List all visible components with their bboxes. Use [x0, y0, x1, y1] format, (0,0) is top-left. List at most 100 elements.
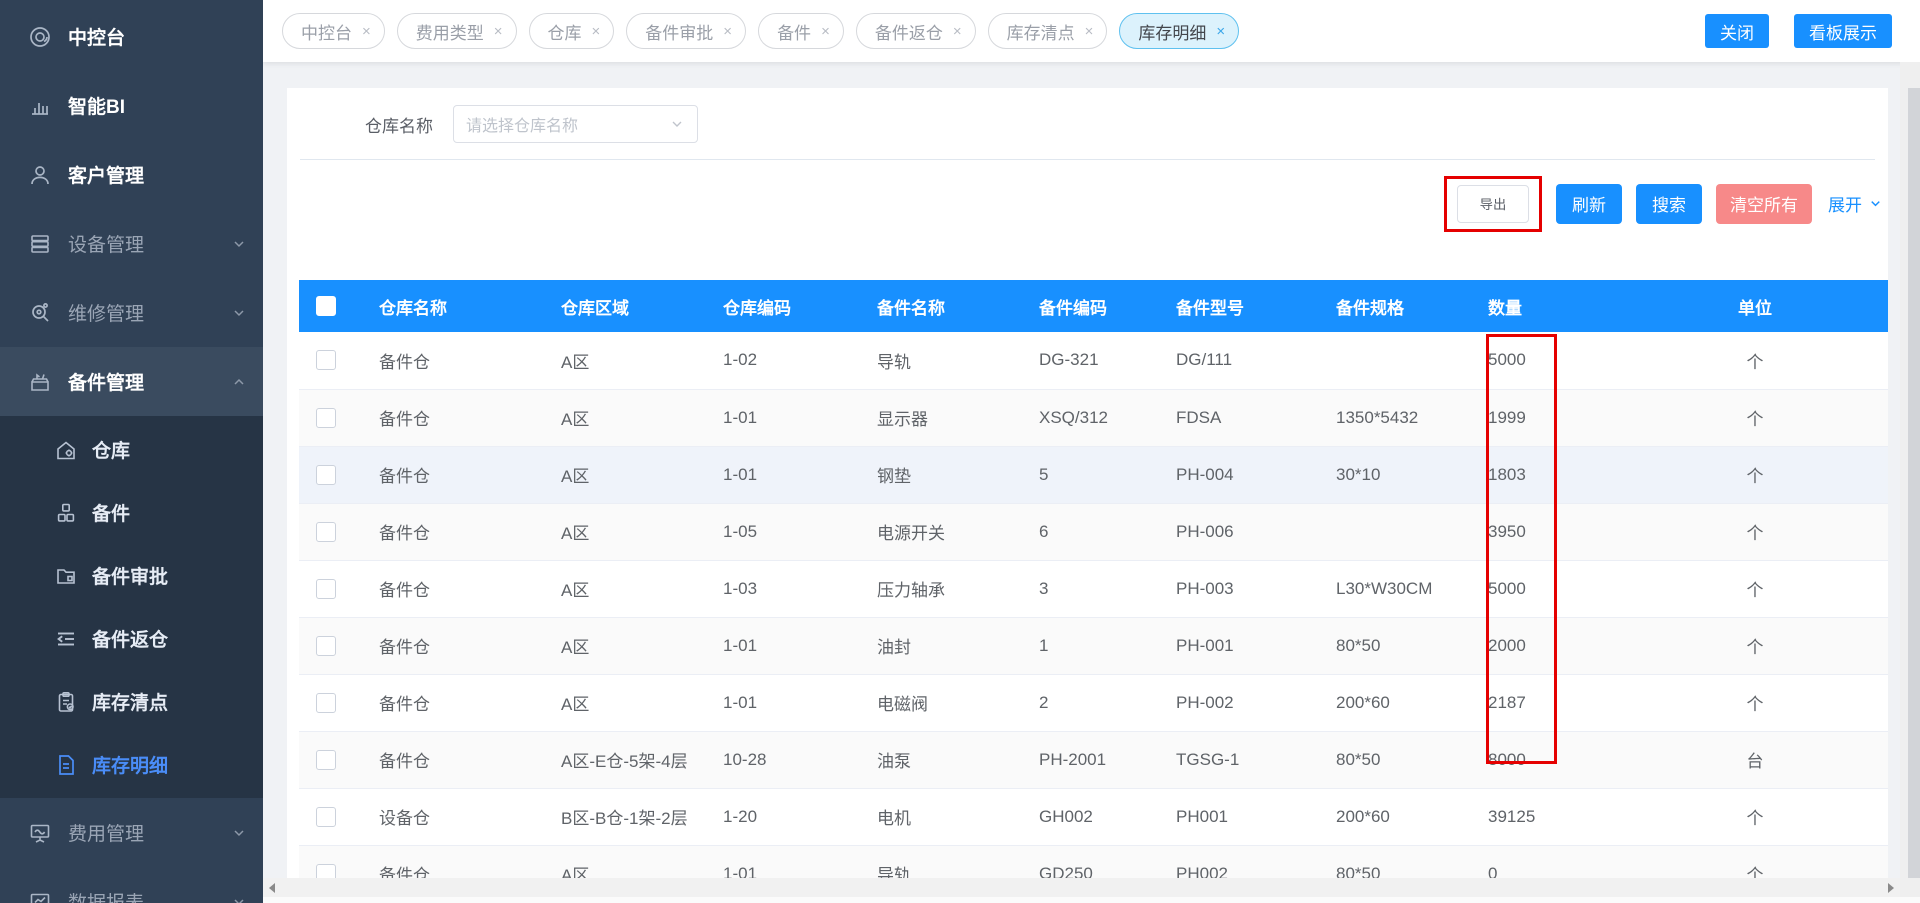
select-all-checkbox[interactable] — [316, 296, 336, 316]
tab-close-icon[interactable]: × — [1216, 24, 1225, 39]
search-button[interactable]: 搜索 — [1636, 183, 1702, 224]
device-icon — [27, 231, 53, 257]
row-checkbox[interactable] — [316, 635, 336, 656]
refresh-button[interactable]: 刷新 — [1556, 183, 1622, 224]
sidebar-item-label: 维修管理 — [68, 304, 145, 325]
tab-close-icon[interactable]: × — [592, 24, 601, 39]
cell-备件型号: PH-002 — [1176, 692, 1234, 712]
cell-数量: 2000 — [1488, 635, 1526, 655]
sidebar-item-stock-detail[interactable]: 库存明细 — [0, 733, 263, 796]
tab-费用类型[interactable]: 费用类型 × — [396, 13, 517, 49]
row-checkbox[interactable] — [316, 749, 336, 770]
sidebar-item-device[interactable]: 设备管理 — [0, 209, 263, 278]
clear-all-button[interactable]: 清空所有 — [1716, 183, 1812, 224]
sidebar-item-customer[interactable]: 客户管理 — [0, 140, 263, 209]
tab-label: 费用类型 — [415, 23, 484, 43]
tab-备件返仓[interactable]: 备件返仓 × — [855, 13, 976, 49]
sidebar-item-repair[interactable]: 维修管理 — [0, 278, 263, 347]
sidebar-item-label: 备件 — [92, 504, 131, 525]
cell-仓库名称: 备件仓 — [379, 467, 430, 486]
cell-备件型号: PH001 — [1176, 806, 1228, 826]
approval-icon — [53, 563, 78, 588]
cell-备件编码: DG-321 — [1039, 350, 1099, 370]
cell-数量: 1803 — [1488, 464, 1526, 484]
sidebar-item-console[interactable]: 中控台 — [0, 2, 263, 71]
expand-link[interactable]: 展开 — [1828, 191, 1883, 216]
table-row: 备件仓 A区 1-03 压力轴承 3 PH-003 L30*W30CM 5000 个 — [299, 560, 1888, 617]
toolbar: 导出 刷新 搜索 清空所有 展开 — [1444, 175, 1883, 232]
content-card: 仓库名称 请选择仓库名称 导出 刷新 搜索 清空所有 展开 仓库名称 仓库区域 … — [287, 88, 1888, 902]
tab-中控台[interactable]: 中控台 × — [282, 13, 385, 49]
tab-label: 备件返仓 — [874, 23, 943, 43]
sidebar-item-spare[interactable]: 备件管理 — [0, 347, 263, 416]
cell-备件名称: 电源开关 — [877, 524, 945, 543]
tab-close-icon[interactable]: × — [494, 24, 503, 39]
bi-icon — [27, 93, 53, 119]
sidebar-menu: 中控台智能BI 客户管理设备管理维修管理备件管理 仓库备件备件审批 备件返仓 库存清点库… — [0, 0, 263, 903]
cell-数量: 39125 — [1488, 806, 1536, 826]
row-checkbox[interactable] — [316, 521, 336, 542]
row-checkbox[interactable] — [316, 578, 336, 599]
scroll-right-arrow[interactable] — [1888, 882, 1894, 893]
tab-备件审批[interactable]: 备件审批 × — [626, 13, 747, 49]
sidebar-item-parts-return[interactable]: 备件返仓 — [0, 607, 263, 670]
row-checkbox[interactable] — [316, 350, 336, 371]
row-checkbox[interactable] — [316, 692, 336, 713]
vertical-scrollbar-thumb[interactable] — [1908, 88, 1920, 878]
board-display-button[interactable]: 看板展示 — [1794, 14, 1892, 48]
cell-单位: 个 — [1746, 410, 1764, 429]
row-checkbox[interactable] — [316, 806, 336, 827]
scroll-left-arrow[interactable] — [269, 882, 275, 893]
cell-仓库编码: 1-20 — [723, 806, 758, 826]
sidebar-item-label: 中控台 — [68, 28, 126, 49]
sidebar-item-warehouse[interactable]: 仓库 — [0, 418, 263, 481]
table-row: 备件仓 A区 1-05 电源开关 6 PH-006 3950 个 — [299, 503, 1888, 560]
horizontal-scrollbar[interactable] — [263, 878, 1900, 897]
row-checkbox[interactable] — [316, 407, 336, 428]
warehouse-name-select[interactable]: 请选择仓库名称 — [453, 105, 698, 143]
tab-备件[interactable]: 备件 × — [758, 13, 844, 49]
tab-close-icon[interactable]: × — [723, 24, 732, 39]
tab-仓库[interactable]: 仓库 × — [528, 13, 615, 49]
row-checkbox-cell — [299, 560, 363, 617]
close-button[interactable]: 关闭 — [1705, 14, 1769, 48]
table-row: 备件仓 A区 1-01 钢垫 5 PH-004 30*10 1803 个 — [299, 446, 1888, 503]
tab-close-icon[interactable]: × — [1085, 24, 1094, 39]
tab-label: 仓库 — [547, 23, 582, 43]
cell-备件型号: FDSA — [1176, 407, 1222, 427]
table-row: 备件仓 A区 1-02 导轨 DG-321 DG/111 5000 个 — [299, 332, 1888, 389]
sidebar-item-stock-count[interactable]: 库存清点 — [0, 670, 263, 733]
cell-仓库编码: 1-01 — [723, 692, 758, 712]
sidebar-item-report[interactable]: 数据报表 — [0, 867, 263, 903]
chevron-down-icon — [669, 116, 685, 132]
row-checkbox-cell — [299, 332, 363, 389]
filter-row: 仓库名称 请选择仓库名称 — [365, 105, 698, 143]
tab-close-icon[interactable]: × — [362, 24, 371, 39]
tab-close-icon[interactable]: × — [821, 24, 830, 39]
cell-备件编码: 5 — [1039, 464, 1049, 484]
cell-仓库编码: 1-01 — [723, 635, 758, 655]
cell-仓库编码: 10-28 — [723, 749, 767, 769]
export-button[interactable]: 导出 — [1457, 184, 1529, 223]
sidebar-item-smart-bi[interactable]: 智能BI — [0, 71, 263, 140]
column-header-仓库名称: 仓库名称 — [379, 298, 447, 318]
cell-仓库区域: A区 — [561, 410, 590, 429]
sidebar-item-label: 客户管理 — [68, 166, 145, 187]
cell-仓库名称: 备件仓 — [379, 581, 430, 600]
column-header-数量: 数量 — [1488, 298, 1522, 318]
warehouse-icon — [53, 437, 78, 462]
expense-icon — [27, 820, 53, 846]
tab-库存明细[interactable]: 库存明细 × — [1119, 13, 1240, 49]
tab-close-icon[interactable]: × — [953, 24, 962, 39]
tabs: 中控台 × 费用类型 × 仓库 × 备件审批 × 备件 × 备件返仓 × 库存清点 × 库存明细 × — [282, 13, 1251, 49]
vertical-scrollbar[interactable] — [1900, 62, 1920, 903]
row-checkbox[interactable] — [316, 464, 336, 485]
sidebar-item-parts-approval[interactable]: 备件审批 — [0, 544, 263, 607]
tab-库存清点[interactable]: 库存清点 × — [987, 13, 1108, 49]
cell-备件型号: TGSG-1 — [1176, 749, 1240, 769]
cell-数量: 5000 — [1488, 350, 1526, 370]
sidebar-item-expense[interactable]: 费用管理 — [0, 798, 263, 867]
sidebar-item-parts[interactable]: 备件 — [0, 481, 263, 544]
cell-仓库编码: 1-03 — [723, 578, 758, 598]
column-header-单位: 单位 — [1738, 298, 1772, 318]
